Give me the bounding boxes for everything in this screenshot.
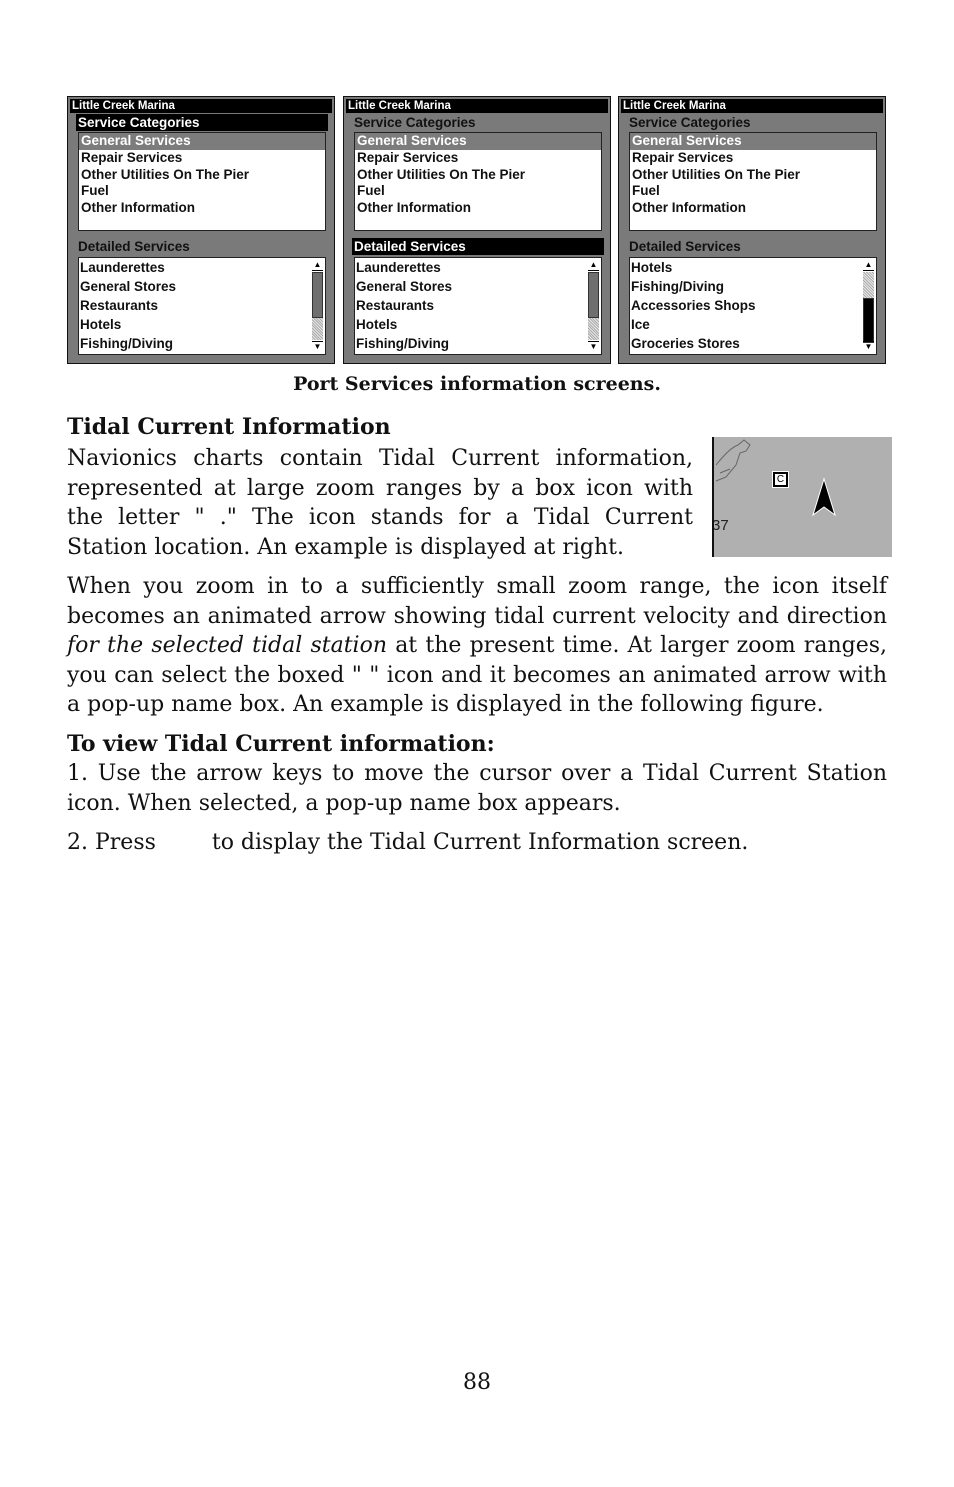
detail-item[interactable]: Launderettes	[79, 258, 325, 277]
detail-item[interactable]: Hotels	[355, 315, 601, 334]
service-categories-list: General Services Repair Services Other Uti…	[354, 132, 602, 231]
service-categories-list: General Services Repair Services Other Uti…	[78, 132, 326, 231]
scroll-down-icon[interactable]: ▼	[588, 341, 599, 352]
service-categories-header[interactable]: Service Categories	[76, 114, 328, 131]
scrollbar[interactable]: ▲ ▼	[311, 259, 324, 353]
detail-item[interactable]: General Stores	[355, 277, 601, 296]
detail-item[interactable]: Restaurants	[355, 296, 601, 315]
coastline-icon	[715, 439, 836, 517]
screen-title: Little Creek Marina	[346, 99, 608, 113]
scroll-down-icon[interactable]: ▼	[863, 341, 874, 352]
tidal-station-icon: C	[772, 471, 789, 488]
category-item[interactable]: Other Utilities On The Pier	[630, 167, 876, 184]
scroll-up-icon[interactable]: ▲	[588, 260, 599, 271]
category-item[interactable]: General Services	[355, 133, 601, 150]
depth-label: 37	[712, 517, 729, 534]
detail-item[interactable]: Fishing/Diving	[79, 334, 325, 353]
scrollbar[interactable]: ▲ ▼	[862, 259, 875, 353]
detail-item[interactable]: Hotels	[79, 315, 325, 334]
category-item[interactable]: General Services	[79, 133, 325, 150]
port-services-figure: Little Creek Marina Service Categories Gen…	[67, 96, 889, 364]
category-item[interactable]: Fuel	[355, 183, 601, 200]
category-item[interactable]: Fuel	[630, 183, 876, 200]
category-item[interactable]: Repair Services	[630, 150, 876, 167]
detailed-services-list: Launderettes General Stores Restaurants Hot…	[354, 257, 602, 355]
category-item[interactable]: Other Utilities On The Pier	[79, 167, 325, 184]
detail-item[interactable]: Fishing/Diving	[355, 334, 601, 353]
scroll-track[interactable]	[588, 272, 599, 340]
device-screen: Little Creek Marina Service Categories Gen…	[343, 96, 611, 364]
scroll-track[interactable]	[863, 272, 874, 343]
scroll-down-icon[interactable]: ▼	[312, 341, 323, 352]
service-categories-header[interactable]: Service Categories	[627, 114, 879, 131]
detailed-services-list: Launderettes General Stores Restaurants Hot…	[78, 257, 326, 355]
device-screen: Little Creek Marina Service Categories Gen…	[67, 96, 335, 364]
detailed-services-header[interactable]: Detailed Services	[352, 238, 604, 255]
service-categories-list: General Services Repair Services Other Uti…	[629, 132, 877, 231]
map-inset: C 37	[712, 437, 892, 557]
page-number: 88	[463, 1370, 491, 1395]
screen-title: Little Creek Marina	[621, 99, 883, 113]
scroll-thumb[interactable]	[863, 298, 874, 343]
category-item[interactable]: Other Information	[355, 200, 601, 217]
scroll-track[interactable]	[312, 272, 323, 340]
category-item[interactable]: General Services	[630, 133, 876, 150]
detail-item[interactable]: Accessories Shops	[630, 296, 876, 315]
category-item[interactable]: Repair Services	[79, 150, 325, 167]
detailed-services-list: Hotels Fishing/Diving Accessories Shops Ice…	[629, 257, 877, 355]
detailed-services-header[interactable]: Detailed Services	[627, 238, 879, 255]
zoom-paragraph: When you zoom in to a sufficiently small…	[67, 574, 887, 717]
detail-item[interactable]: General Stores	[79, 277, 325, 296]
scroll-thumb[interactable]	[588, 272, 599, 318]
screen-title: Little Creek Marina	[70, 99, 332, 113]
procedure-heading: To view Tidal Current information:	[67, 731, 495, 757]
category-item[interactable]: Repair Services	[355, 150, 601, 167]
section-heading: Tidal Current Information	[67, 414, 391, 440]
figure-caption: Port Services information screens.	[293, 373, 661, 395]
category-item[interactable]: Other Information	[630, 200, 876, 217]
category-item[interactable]: Fuel	[79, 183, 325, 200]
device-screen: Little Creek Marina Service Categories Gen…	[618, 96, 886, 364]
detail-item[interactable]: Hotels	[630, 258, 876, 277]
step-2: 2. Press to display the Tidal Current In…	[67, 830, 749, 855]
intro-paragraph: Navionics charts contain Tidal Current i…	[67, 446, 693, 560]
detail-item[interactable]: Groceries Stores	[630, 334, 876, 353]
scroll-thumb[interactable]	[312, 272, 323, 318]
category-item[interactable]: Other Utilities On The Pier	[355, 167, 601, 184]
category-item[interactable]: Other Information	[79, 200, 325, 217]
detail-item[interactable]: Launderettes	[355, 258, 601, 277]
detailed-services-header[interactable]: Detailed Services	[76, 238, 328, 255]
boat-position-arrow-icon	[812, 477, 836, 517]
detail-item[interactable]: Ice	[630, 315, 876, 334]
step-1: 1. Use the arrow keys to move the cursor…	[67, 761, 887, 816]
scroll-up-icon[interactable]: ▲	[863, 260, 874, 271]
detail-item[interactable]: Restaurants	[79, 296, 325, 315]
detail-item[interactable]: Fishing/Diving	[630, 277, 876, 296]
scrollbar[interactable]: ▲ ▼	[587, 259, 600, 353]
service-categories-header[interactable]: Service Categories	[352, 114, 604, 131]
scroll-up-icon[interactable]: ▲	[312, 260, 323, 271]
